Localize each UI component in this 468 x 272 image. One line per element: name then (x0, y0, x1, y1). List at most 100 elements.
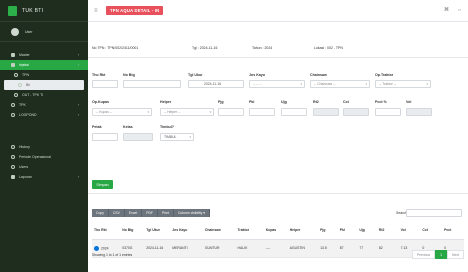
print-button[interactable]: Print (158, 209, 174, 217)
table-cell: 2024-11-16 (144, 239, 171, 258)
column-header[interactable]: Pcct (442, 221, 464, 240)
next-page-button[interactable]: Next (447, 250, 464, 259)
label-cct: Cct (343, 100, 349, 104)
cct-input (343, 108, 369, 116)
chevron-left-icon: ‹ (77, 53, 79, 57)
expand-row-icon[interactable] (94, 245, 99, 251)
column-header[interactable]: No Btg (120, 221, 145, 240)
fullscreen-icon[interactable]: ⇔ (457, 7, 462, 13)
op-kupas-select[interactable]: -- Kupas -- ▾ (92, 108, 152, 116)
pjg-input[interactable] (218, 108, 244, 116)
caret-down-icon: ▾ (426, 82, 428, 86)
menu-toggle-icon[interactable]: ≡ (94, 8, 100, 14)
sidebar-item-laporan[interactable]: Laporan ‹ (0, 172, 88, 182)
column-header[interactable]: Tgl Ukur (144, 221, 171, 240)
caret-down-icon: ▾ (189, 135, 191, 139)
circle-icon (11, 165, 15, 169)
search-input[interactable] (406, 209, 462, 217)
column-header[interactable]: Tho Rkt (92, 221, 121, 240)
chevron-left-icon: ‹ (77, 103, 79, 107)
sidebar-item-label: OUT - TPK TI (22, 93, 44, 97)
table-cell: MERANTI (170, 239, 203, 258)
excel-button[interactable]: Excel (124, 209, 143, 217)
column-header[interactable]: Jns Kayu (170, 221, 203, 240)
csv-button[interactable]: CSV (108, 209, 125, 217)
sidebar-item-label: Master (19, 53, 30, 57)
sidebar-item-logpond[interactable]: LOGPOND ‹ (0, 110, 88, 120)
file-icon (11, 175, 15, 179)
chainsaw-select[interactable]: -- Chainsaw -- ▾ (310, 80, 370, 88)
column-header[interactable]: Rt2 (376, 221, 399, 240)
grid-icon[interactable]: ⌘ (444, 7, 449, 13)
label-tgl-ukur: Tgl Ukur (188, 73, 203, 77)
database-icon (11, 53, 15, 57)
tho-rkt-input[interactable] (92, 80, 118, 88)
column-header[interactable]: Kupas (263, 221, 288, 240)
timbul-select[interactable]: TIMBUL ▾ (160, 133, 194, 141)
divider (88, 57, 468, 58)
label-ujg: Ujg (281, 100, 287, 104)
table-cell: GUNTUR (202, 239, 236, 258)
petak-input[interactable] (92, 133, 118, 141)
column-header[interactable]: Traktor (235, 221, 264, 240)
label-helper: Helper (160, 100, 172, 104)
pkl-input[interactable] (249, 108, 275, 116)
column-visibility-button[interactable]: Column visibility ▾ (173, 209, 210, 217)
op-traktor-select[interactable]: -- Traktor -- ▾ (375, 80, 431, 88)
label-chainsaw: Chainsaw (310, 73, 327, 77)
caret-down-icon: ▾ (300, 82, 302, 86)
circle-icon (11, 145, 15, 149)
column-header[interactable]: Chainsaw (202, 221, 236, 240)
sidebar-item-out-tpk-ti[interactable]: OUT - TPK TI (0, 90, 88, 100)
sidebar-item-label: IN (26, 83, 30, 87)
brand[interactable]: TUK BTI (0, 0, 88, 22)
save-button[interactable]: Simpan (92, 180, 113, 189)
table-export-buttons: Copy CSV Excel PDF Print Column visibili… (92, 209, 210, 217)
table-cell: HALIK (235, 239, 264, 258)
label-kelas: Kelas (123, 125, 133, 129)
helper-select[interactable]: -- Helper -- ▾ (160, 108, 214, 116)
caret-down-icon: ▾ (147, 110, 149, 114)
circle-icon (11, 113, 15, 117)
copy-button[interactable]: Copy (92, 209, 109, 217)
sidebar-item-label: TPK (19, 103, 26, 107)
sidebar-item-label: Users (19, 165, 29, 169)
page-button[interactable]: 1 (435, 250, 448, 259)
rt2-input (313, 108, 339, 116)
no-btg-input[interactable] (123, 80, 181, 88)
label-op-kupas: Op.Kupas (92, 100, 109, 104)
column-header[interactable]: Ujg (357, 221, 377, 240)
table-row[interactable]: 2024 0370G 2024-11-16 MERANTI GUNTUR HAL… (92, 239, 464, 258)
sidebar-item-label: History (19, 145, 30, 149)
sidebar-item-periode-operasional[interactable]: Periode Operasional (0, 152, 88, 162)
ujg-input[interactable] (281, 108, 307, 116)
sidebar-item-master[interactable]: Master ‹ (0, 50, 88, 60)
label-jns-kayu: Jns Kayu (249, 73, 265, 77)
vol-input (406, 108, 432, 116)
sidebar-item-users[interactable]: Users (0, 162, 88, 172)
sidebar-item-label: TPN (22, 73, 29, 77)
column-header[interactable]: Cct (420, 221, 443, 240)
table-cell: ---- (263, 239, 288, 258)
top-icons: ⌘ ⇔ (444, 7, 462, 13)
sidebar-item-tpn[interactable]: TPN (0, 70, 88, 80)
column-header[interactable]: Pkl (337, 221, 358, 240)
sidebar-item-tpk[interactable]: TPK ‹ (0, 100, 88, 110)
sidebar-item-in[interactable]: IN (4, 80, 84, 90)
previous-page-button[interactable]: Previous (411, 250, 436, 259)
tgl-ukur-input[interactable]: 2024-11-16 (188, 80, 244, 88)
page-title: TPN AQUA DETAIL - IN (106, 6, 164, 15)
pdf-button[interactable]: PDF (142, 209, 158, 217)
label-tho-rkt: Tho Rkt (92, 73, 106, 77)
no-tpn-text: No TPN : TPN/002/2411/0001 (92, 46, 139, 50)
column-header[interactable]: Vol (398, 221, 421, 240)
column-header[interactable]: Pjg (318, 221, 338, 240)
jns-kayu-select[interactable]: -- -- -- ▾ (249, 80, 305, 88)
pcct-input[interactable] (375, 108, 401, 116)
column-header[interactable]: Helper (287, 221, 319, 240)
user-panel[interactable]: User (0, 22, 88, 42)
tgl-ukur-value: 2024-11-16 (204, 82, 222, 86)
sidebar-item-injeksi[interactable]: Injeksi ‹ (0, 60, 88, 70)
chevron-left-icon: ‹ (77, 63, 79, 67)
sidebar-item-history[interactable]: History (0, 142, 88, 152)
